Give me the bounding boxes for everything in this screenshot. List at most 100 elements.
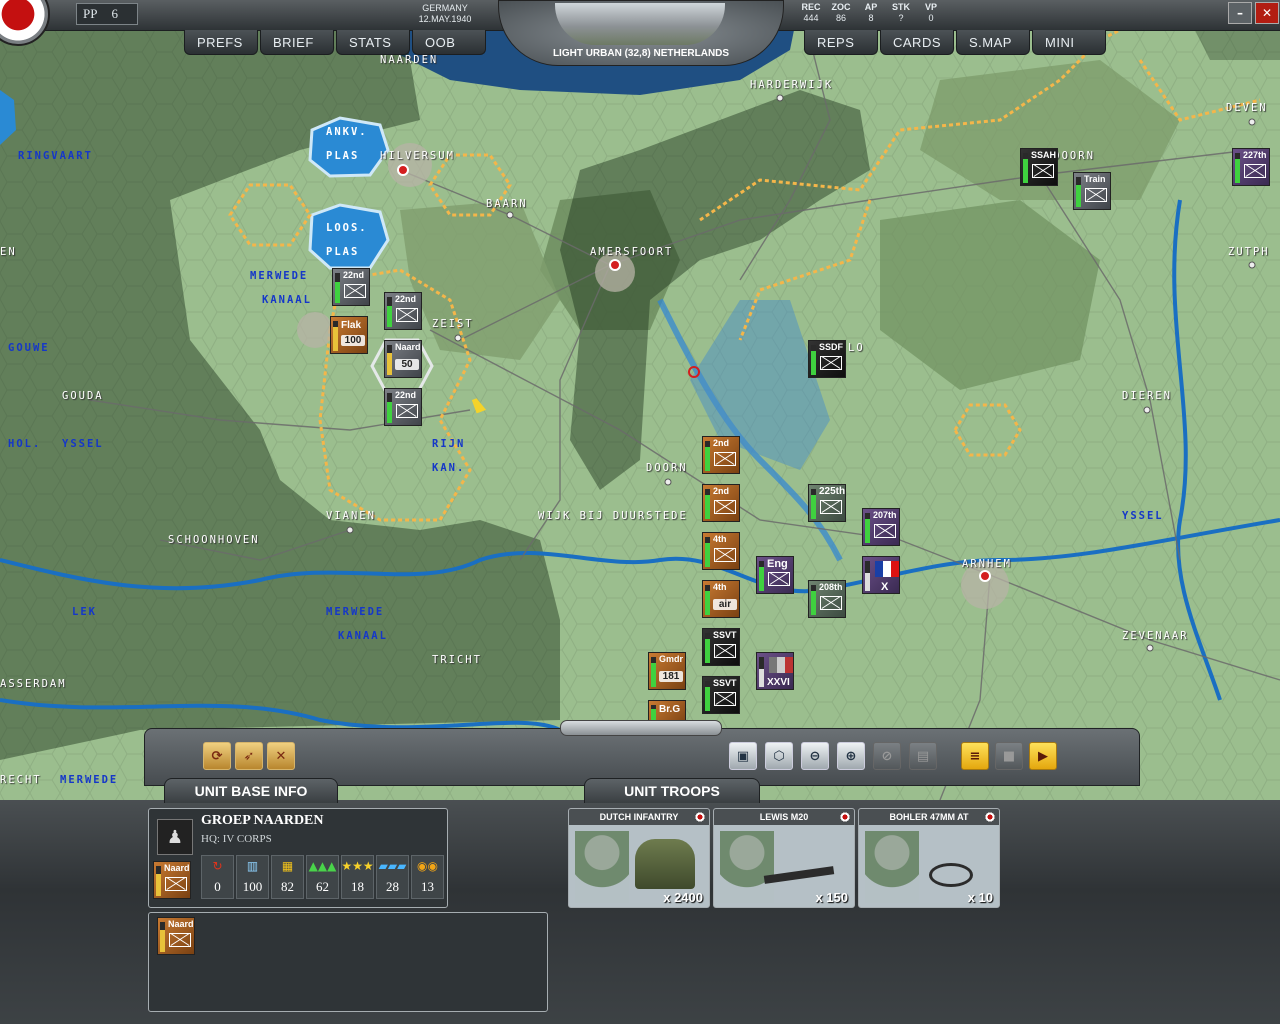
unit-counter[interactable]: SSDF xyxy=(808,340,846,378)
mini-map-button[interactable]: MINI xyxy=(1032,30,1106,55)
troop-name: DUTCH INFANTRY xyxy=(569,809,709,825)
place-label: GOUDA xyxy=(62,390,104,402)
report-icon[interactable]: ≡ xyxy=(961,742,989,770)
unit-counter[interactable]: 22nd xyxy=(384,292,422,330)
unit-counter[interactable]: 2nd xyxy=(702,484,740,522)
unit-counter[interactable]: 208th xyxy=(808,580,846,618)
unit-hq: HQ: IV CORPS xyxy=(201,833,272,845)
place-label: DOORN xyxy=(646,462,688,474)
unit-counter[interactable]: 227th xyxy=(1232,148,1270,186)
tab-unit-troops[interactable]: UNIT TROOPS xyxy=(584,778,760,803)
troop-card[interactable]: LEWIS M20 x 150 xyxy=(713,808,855,908)
unit-counter[interactable]: 22nd xyxy=(384,388,422,426)
french-flag-icon xyxy=(875,561,899,577)
troop-card[interactable]: DUTCH INFANTRY x 2400 xyxy=(568,808,710,908)
zoom-disabled-icon[interactable]: ⊘ xyxy=(873,742,901,770)
place-label: LO xyxy=(848,342,865,354)
water-label: RINGVAART xyxy=(18,150,93,162)
tab-unit-base-info[interactable]: UNIT BASE INFO xyxy=(164,778,338,803)
pp-value: 6 xyxy=(111,6,118,21)
value-morale: ▲▲▲ 62 xyxy=(306,855,339,899)
cards-button[interactable]: CARDS xyxy=(880,30,954,55)
unit-counter[interactable]: Gmdr 181 xyxy=(648,652,686,690)
stat-vp: VP 0 xyxy=(924,2,937,23)
water-label: KAN. xyxy=(432,462,466,474)
water-label: MERWEDE xyxy=(326,606,385,618)
end-turn-icon[interactable]: ▶ xyxy=(1029,742,1057,770)
water-label: PLAS xyxy=(326,246,360,258)
unit-counter[interactable]: SSAH xyxy=(1020,148,1058,186)
unit-counter[interactable]: Naard xyxy=(157,917,195,955)
iron-cross-ornament-icon xyxy=(560,720,722,736)
strength-icon: ▥ xyxy=(246,859,259,873)
value-fuel: ◉◉ 13 xyxy=(411,855,444,899)
morale-icon: ▲▲▲ xyxy=(308,859,337,873)
unit-counter[interactable]: 22nd xyxy=(332,268,370,306)
brief-button[interactable]: BRIEF xyxy=(260,30,334,55)
value-strength: ▥ 100 xyxy=(236,855,269,899)
turn-date: 12.MAY.1940 xyxy=(418,14,472,24)
terrain-info: LIGHT URBAN (32,8) NETHERLANDS xyxy=(552,48,730,59)
infantry-portrait-icon xyxy=(865,831,919,903)
trash-icon[interactable]: ▤ xyxy=(909,742,937,770)
unit-counter[interactable]: X xyxy=(862,556,900,594)
unit-counter[interactable]: Eng xyxy=(756,556,794,594)
place-label: AMERSFOORT xyxy=(590,246,674,258)
window-controls: – ✕ xyxy=(1228,2,1279,24)
prefs-button[interactable]: PREFS xyxy=(184,30,258,55)
reps-button[interactable]: REPS xyxy=(804,30,878,55)
unit-counter[interactable]: SSVT xyxy=(702,676,740,714)
place-label: BAARN xyxy=(486,198,528,210)
value-entrench: ▰▰▰ 28 xyxy=(376,855,409,899)
unit-counter[interactable]: Naard xyxy=(153,861,191,899)
terrain-photo xyxy=(555,3,725,45)
pp-label: PP xyxy=(83,6,98,21)
oob-button[interactable]: OOB xyxy=(412,30,486,55)
water-label: MERWEDE xyxy=(250,270,309,282)
unit-name: GROEP NAARDEN xyxy=(201,813,324,828)
unit-counter[interactable]: 4th air xyxy=(702,580,740,618)
artillery-icon[interactable]: ➶ xyxy=(235,742,263,770)
hex-unit-list: Naard xyxy=(148,912,548,1012)
nation-name: GERMANY xyxy=(422,3,468,13)
strategic-map-button[interactable]: S.MAP xyxy=(956,30,1030,55)
troop-name: BOHLER 47MM AT xyxy=(859,809,999,825)
engineer-icon[interactable]: ✕ xyxy=(267,742,295,770)
unit-counter[interactable]: 207th xyxy=(862,508,900,546)
minimize-button[interactable]: – xyxy=(1228,2,1252,24)
save-icon[interactable]: ■ xyxy=(995,742,1023,770)
place-label: ASSERDAM xyxy=(0,678,67,690)
stats-button[interactable]: STATS xyxy=(336,30,410,55)
unit-counter[interactable]: 225th xyxy=(808,484,846,522)
unit-counter[interactable]: 2nd xyxy=(702,436,740,474)
infantry-portrait-icon xyxy=(720,831,774,903)
right-menu: REPS CARDS S.MAP MINI xyxy=(804,30,1106,56)
stat-stk: STK? xyxy=(892,2,910,23)
unit-counter[interactable]: 4th xyxy=(702,532,740,570)
left-menu: PREFS BRIEF STATS OOB xyxy=(184,30,486,56)
water-label: YSSEL xyxy=(62,438,104,450)
unit-counter[interactable]: XXVI xyxy=(756,652,794,690)
close-button[interactable]: ✕ xyxy=(1255,2,1279,24)
value-experience: ★★★ 18 xyxy=(341,855,374,899)
game-map[interactable]: NAARDEN HARDERWIJK DEVEN HILVERSUM APELD… xyxy=(0,0,1280,801)
stat-ap: AP 8 xyxy=(864,2,878,23)
unit-counter[interactable]: Train xyxy=(1073,172,1111,210)
unit-counter[interactable]: SSVT xyxy=(702,628,740,666)
hex-info-icon[interactable]: ⬡ xyxy=(765,742,793,770)
experience-icon: ★★★ xyxy=(341,859,374,873)
troop-card[interactable]: BOHLER 47MM AT x 10 xyxy=(858,808,1000,908)
unit-counter[interactable]: Naard 50 xyxy=(384,340,422,378)
cycle-units-icon[interactable]: ⟳ xyxy=(203,742,231,770)
zoom-in-icon[interactable]: ⊕ xyxy=(837,742,865,770)
dutch-roundel-icon xyxy=(840,812,850,822)
zoom-out-icon[interactable]: ⊖ xyxy=(801,742,829,770)
unit-view-icon[interactable]: ▣ xyxy=(729,742,757,770)
terrain-plate: LIGHT URBAN (32,8) NETHERLANDS xyxy=(498,0,784,66)
unit-counter[interactable]: Flak 100 xyxy=(330,316,368,354)
value-supply: ↻ 0 xyxy=(201,855,234,899)
place-label: ZUTPH xyxy=(1228,246,1270,258)
ammo-icon: ▦ xyxy=(281,859,294,873)
turn-stats: REC 444 ZOC 86 AP 8 STK? VP 0 xyxy=(800,2,942,24)
place-label: DIEREN xyxy=(1122,390,1172,402)
